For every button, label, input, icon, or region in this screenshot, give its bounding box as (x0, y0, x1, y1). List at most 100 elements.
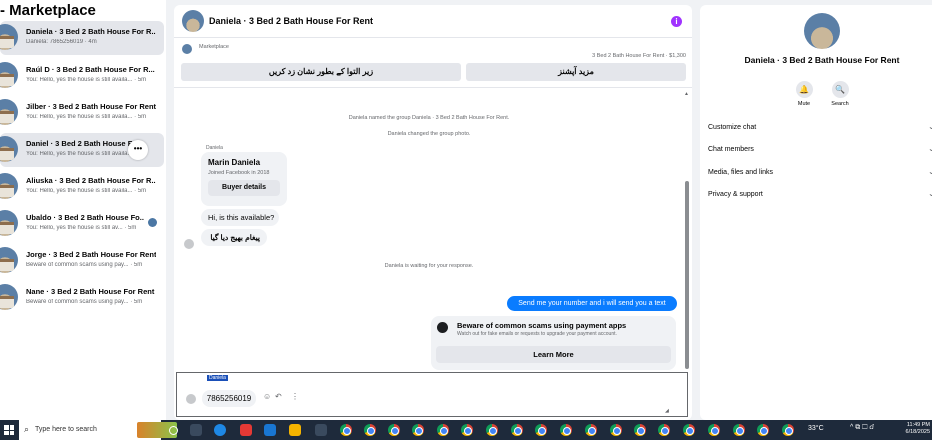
avatar (0, 173, 18, 199)
edge-icon[interactable] (214, 424, 226, 436)
chevron-down-icon: ⌄ (928, 144, 932, 153)
chrome-icon[interactable] (486, 424, 498, 436)
store-icon[interactable] (264, 424, 276, 436)
back-dash[interactable]: - (0, 2, 5, 19)
conversation-preview: Beware of common scams using pay... · 5m (26, 262, 143, 268)
conversation-preview: You: Hello, yes the house is still avail… (26, 114, 147, 120)
chrome-icon[interactable] (708, 424, 720, 436)
chat-info-panel: Daniela · 3 Bed 2 Bath House For Rent 🔔 … (700, 5, 932, 420)
clock-date: 6/18/2025 (905, 429, 930, 435)
weather-temperature[interactable]: 33°C (808, 425, 824, 432)
taskbar-search-placeholder: Type here to search (35, 426, 97, 433)
widgets-icon[interactable] (190, 424, 202, 436)
conversation-item[interactable]: Jilber · 3 Bed 2 Bath House For Rent You… (0, 96, 164, 130)
chrome-icon[interactable] (610, 424, 622, 436)
search-button[interactable]: 🔍 Search (825, 81, 855, 107)
incoming-message: Hi, is this available? (201, 209, 279, 226)
shield-icon (437, 322, 448, 333)
chrome-icon[interactable] (560, 424, 572, 436)
reply-icon[interactable]: ↶ (275, 392, 282, 401)
marketplace-label: Marketplace (199, 44, 229, 50)
chrome-icon[interactable] (364, 424, 376, 436)
avatar (0, 284, 18, 310)
conversation-name: Aliuska · 3 Bed 2 Bath House For R... (26, 176, 156, 185)
chrome-icon[interactable] (733, 424, 745, 436)
scroll-up-icon[interactable]: ▲ (684, 91, 689, 97)
section-customize-chat[interactable]: Customize chat ⌄ (708, 122, 932, 136)
chrome-icon[interactable] (782, 424, 794, 436)
app-icon[interactable] (240, 424, 252, 436)
chrome-icon[interactable] (535, 424, 547, 436)
conversation-name: Daniela · 3 Bed 2 Bath House For R... (26, 27, 156, 36)
search-icon: 🔍 (831, 81, 849, 98)
conversation-item[interactable]: Aliuska · 3 Bed 2 Bath House For R... Yo… (0, 170, 164, 204)
more-options-button[interactable]: ••• (128, 140, 148, 160)
selected-text: Daniela (207, 375, 228, 381)
scam-warning-card: Beware of common scams using payment app… (431, 316, 676, 370)
taskbar-clock[interactable]: 11:49 PM 6/18/2025 (898, 422, 930, 436)
mute-button[interactable]: 🔔 Mute (789, 81, 819, 107)
chevron-down-icon: ⌄ (928, 122, 932, 131)
message-list: Daniela named the group Daniela · 3 Bed … (174, 89, 692, 371)
chrome-icon[interactable] (585, 424, 597, 436)
learn-more-button[interactable]: Learn More (436, 346, 671, 363)
avatar (0, 247, 18, 273)
chrome-icon[interactable] (437, 424, 449, 436)
conversation-item[interactable]: Raúl D · 3 Bed 2 Bath House For R... You… (0, 59, 164, 93)
incoming-message: پیغام بھیج دیا گیا (201, 229, 267, 246)
message-scrollbar[interactable]: ▲ (683, 89, 690, 371)
chrome-icon[interactable] (461, 424, 473, 436)
conversation-preview: You: Hello, yes the house is still avail… (26, 77, 147, 83)
system-tray-icons[interactable]: ^ ⧉ ☐ ⅆ (850, 424, 874, 432)
message-composer[interactable]: Daniela 7865256019 ☺ ↶ ⋮ ◢ (176, 372, 688, 417)
emoji-icon[interactable]: ☺ (263, 392, 271, 401)
chrome-icon[interactable] (683, 424, 695, 436)
conversation-item[interactable]: Ubaldo · 3 Bed 2 Bath House Fo... You: H… (0, 207, 164, 241)
conversation-item[interactable]: Jorge · 3 Bed 2 Bath House For Rent Bewa… (0, 244, 164, 278)
chrome-icon[interactable] (658, 424, 670, 436)
calculator-icon[interactable] (315, 424, 327, 436)
chrome-icon[interactable] (412, 424, 424, 436)
taskbar-search[interactable]: ⌕ Type here to search (19, 420, 177, 440)
message-input[interactable]: 7865256019 (202, 390, 256, 407)
more-options-button[interactable]: مزید آپشنز (466, 63, 686, 81)
system-message: Daniela is waiting for your response. (384, 263, 474, 269)
resize-handle-icon[interactable]: ◢ (665, 408, 669, 414)
scroll-thumb[interactable] (685, 181, 689, 369)
conversation-item[interactable]: Nane · 3 Bed 2 Bath House For Rent Bewar… (0, 281, 164, 315)
conversation-name: Nane · 3 Bed 2 Bath House For Rent (26, 287, 155, 296)
conversation-item[interactable]: Daniel · 3 Bed 2 Bath House Fo... You: H… (0, 133, 164, 167)
windows-start-icon[interactable] (4, 425, 14, 435)
chrome-icon[interactable] (634, 424, 646, 436)
task-view-icon[interactable] (169, 426, 178, 435)
section-media-files-links[interactable]: Media, files and links ⌄ (708, 167, 932, 181)
more-icon[interactable]: ⋮ (291, 392, 299, 401)
info-icon[interactable]: i (671, 16, 682, 27)
section-chat-members[interactable]: Chat members ⌄ (708, 144, 932, 158)
bell-icon: 🔔 (795, 81, 813, 98)
chat-title[interactable]: Daniela · 3 Bed 2 Bath House For Rent (209, 16, 373, 26)
system-message: Daniela named the group Daniela · 3 Bed … (348, 115, 510, 121)
avatar (0, 99, 18, 125)
sender-avatar (184, 239, 194, 249)
sender-name: Daniela (206, 145, 223, 151)
chrome-icon[interactable] (757, 424, 769, 436)
chrome-icon[interactable] (511, 424, 523, 436)
listing-price[interactable]: 3 Bed 2 Bath House For Rent · $1,300 (592, 53, 686, 59)
group-avatar (804, 13, 840, 49)
avatar (0, 210, 18, 236)
buyer-details-button[interactable]: Buyer details (208, 180, 280, 196)
chat-avatar[interactable] (182, 10, 204, 32)
chrome-icon[interactable] (340, 424, 352, 436)
chevron-down-icon: ⌄ (928, 189, 932, 198)
windows-taskbar: ⌕ Type here to search 33°C ^ ⧉ ☐ ⅆ 11:49… (0, 420, 932, 440)
conversation-name: Raúl D · 3 Bed 2 Bath House For R... (26, 65, 155, 74)
section-privacy-support[interactable]: Privacy & support ⌄ (708, 189, 932, 203)
file-explorer-icon[interactable] (289, 424, 301, 436)
chrome-icon[interactable] (388, 424, 400, 436)
conversation-preview: You: Hello, yes the house is still av...… (26, 225, 137, 231)
conversation-name: Jorge · 3 Bed 2 Bath House For Rent (26, 250, 156, 259)
conversation-item[interactable]: Daniela · 3 Bed 2 Bath House For R... Da… (0, 21, 164, 55)
mark-pending-button[interactable]: زیر التوا کے بطور نشان زد کریں (181, 63, 461, 81)
conversation-name: Jilber · 3 Bed 2 Bath House For Rent (26, 102, 156, 111)
